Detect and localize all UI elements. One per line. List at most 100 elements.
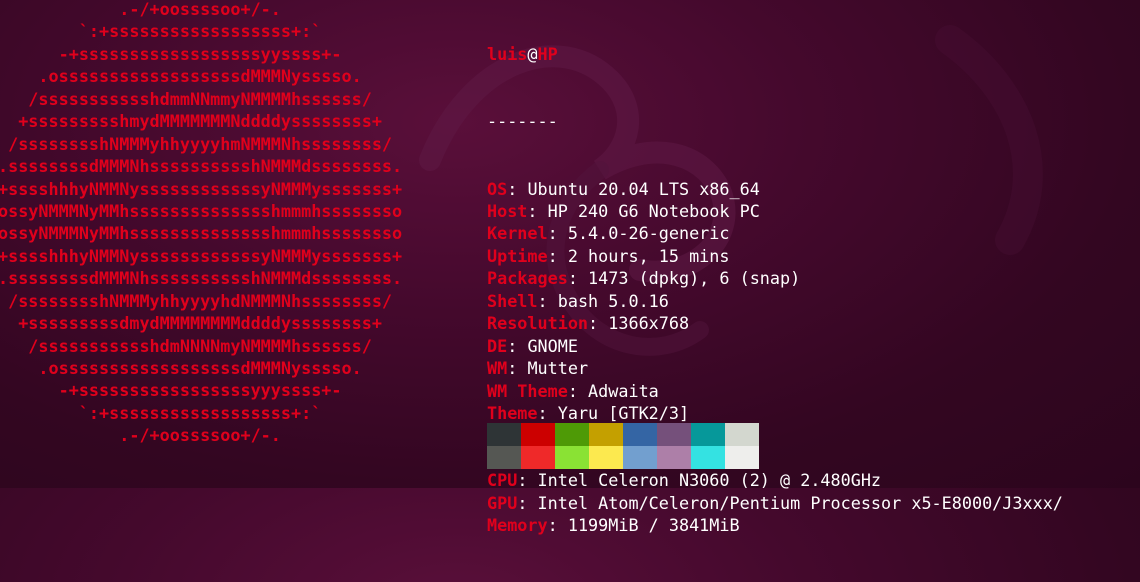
palette-swatch-bright-6 <box>691 446 725 469</box>
palette-swatch-bright-4 <box>623 446 657 469</box>
logo-line: .ssssssssdMMMNhsssssssssshNMMMdssssssss. <box>0 268 403 289</box>
hostname: HP <box>537 43 558 64</box>
logo-line: .ssssssssdMMMNhsssssssssshNMMMdssssssss. <box>0 156 403 177</box>
info-colon: : <box>588 313 609 334</box>
info-row: WM Theme: Adwaita <box>487 380 1063 402</box>
info-key: WM <box>487 358 508 379</box>
logo-line: ossyNMMMNyMMhsssssssssssssshmmmhssssssso <box>0 223 403 244</box>
info-row: Host: HP 240 G6 Notebook PC <box>487 200 1063 222</box>
info-key: WM Theme <box>487 380 568 401</box>
palette-swatch-normal-6 <box>691 423 725 446</box>
terminal-output: .-/+oossssoo+/-. `:+ssssssssssssssssss+:… <box>0 0 1140 535</box>
color-palette <box>487 423 759 469</box>
info-key: Resolution <box>487 313 589 334</box>
info-row: WM: Mutter <box>487 357 1063 379</box>
info-row: GPU: Intel Atom/Celeron/Pentium Processo… <box>487 492 1063 514</box>
info-value: Yaru [GTK2/3] <box>557 402 690 423</box>
palette-swatch-bright-3 <box>589 446 623 469</box>
info-colon: : <box>547 223 568 244</box>
header-separator: ------- <box>487 111 558 132</box>
palette-swatch-normal-4 <box>623 423 657 446</box>
palette-swatch-normal-1 <box>521 423 555 446</box>
palette-swatch-normal-2 <box>555 423 589 446</box>
info-key: OS <box>487 178 508 199</box>
info-value: 1199MiB / 3841MiB <box>567 515 740 536</box>
logo-line: /ssssssssssshdmNNNNmyNMMMMhssssss/ <box>0 335 372 356</box>
info-row: Resolution: 1366x768 <box>487 312 1063 334</box>
info-colon: : <box>507 178 528 199</box>
info-row: Packages: 1473 (dpkg), 6 (snap) <box>487 267 1063 289</box>
info-value: 1366x768 <box>608 313 690 334</box>
info-key: Shell <box>487 290 538 311</box>
info-value: Mutter <box>527 358 589 379</box>
info-row: Memory: 1199MiB / 3841MiB <box>487 514 1063 536</box>
info-row: CPU: Intel Celeron N3060 (2) @ 2.480GHz <box>487 469 1063 491</box>
info-key: Uptime <box>487 245 548 266</box>
user-host-header: luis@HP <box>487 43 1063 65</box>
info-value: HP 240 G6 Notebook PC <box>547 201 760 222</box>
info-value: 2 hours, 15 mins <box>567 245 730 266</box>
info-colon: : <box>547 515 568 536</box>
info-colon: : <box>517 492 538 513</box>
logo-line: +ssssssssshmydMMMMMMMNddddyssssssss+ <box>0 111 382 132</box>
palette-swatch-bright-0 <box>487 446 521 469</box>
info-colon: : <box>547 245 568 266</box>
info-colon: : <box>537 290 558 311</box>
info-colon: : <box>507 358 528 379</box>
info-colon: : <box>507 335 528 356</box>
info-row: Uptime: 2 hours, 15 mins <box>487 245 1063 267</box>
logo-line: ossyNMMMNyMMhsssssssssssssshmmmhssssssso <box>0 200 403 221</box>
info-value: bash 5.0.16 <box>557 290 669 311</box>
logo-line: +sssshhhyNMMNyssssssssssssyNMMMysssssss+ <box>0 245 403 266</box>
palette-swatch-bright-2 <box>555 446 589 469</box>
info-key: CPU <box>487 470 518 491</box>
info-key: GPU <box>487 492 518 513</box>
palette-swatch-bright-1 <box>521 446 555 469</box>
info-value: Intel Atom/Celeron/Pentium Processor x5-… <box>537 492 1063 513</box>
logo-line: /ssssssssssshdmmNNmmyNMMMMhssssss/ <box>0 88 372 109</box>
palette-swatch-normal-7 <box>725 423 759 446</box>
info-list: OS: Ubuntu 20.04 LTS x86_64 Host: HP 240 … <box>487 178 1063 537</box>
logo-line: .ossssssssssssssssssdMMMNysssso. <box>0 66 362 87</box>
logo-line: /sssssssshNMMMyhhyyyyhmNMMMNhssssssss/ <box>0 133 393 154</box>
palette-swatch-normal-3 <box>589 423 623 446</box>
logo-line: `:+ssssssssssssssssss+:` <box>0 402 322 423</box>
info-key: Kernel <box>487 223 548 244</box>
info-value: Intel Celeron N3060 (2) @ 2.480GHz <box>537 470 882 491</box>
info-key: Theme <box>487 402 538 423</box>
info-colon: : <box>567 380 589 401</box>
username: luis <box>487 43 528 64</box>
info-row: Kernel: 5.4.0-26-generic <box>487 222 1063 244</box>
info-row: DE: GNOME <box>487 335 1063 357</box>
info-row: Shell: bash 5.0.16 <box>487 290 1063 312</box>
info-value: GNOME <box>527 335 578 356</box>
info-key: Packages <box>487 268 568 289</box>
info-row: Theme: Yaru [GTK2/3] <box>487 402 1063 424</box>
logo-line: .-/+oossssoo+/-. <box>0 425 281 446</box>
palette-swatch-bright-5 <box>657 446 691 469</box>
info-colon: : <box>567 268 589 289</box>
ubuntu-ascii-logo: .-/+oossssoo+/-. `:+ssssssssssssssssss+:… <box>0 0 402 447</box>
info-row: OS: Ubuntu 20.04 LTS x86_64 <box>487 178 1063 200</box>
logo-line: +sssshhhyNMMNyssssssssssssyNMMMysssssss+ <box>0 178 403 199</box>
palette-swatch-normal-0 <box>487 423 521 446</box>
at-sign: @ <box>527 43 538 64</box>
logo-line: +sssssssssdmydMMMMMMMMddddyssssssss+ <box>0 313 382 334</box>
info-colon: : <box>537 402 558 423</box>
logo-line: /sssssssshNMMMyhhyyyyhdNMMMNhssssssss/ <box>0 290 393 311</box>
logo-line: -+ssssssssssssssssssyyssss+- <box>0 43 342 64</box>
info-value: 5.4.0-26-generic <box>567 223 730 244</box>
palette-swatch-bright-7 <box>725 446 759 469</box>
logo-line: .ossssssssssssssssssdMMMNysssso. <box>0 358 362 378</box>
system-info-panel: luis@HP ------- OS: Ubuntu 20.04 LTS x86… <box>487 0 1063 582</box>
palette-swatch-normal-5 <box>657 423 691 446</box>
info-key: DE <box>487 335 508 356</box>
info-key: Memory <box>487 515 548 536</box>
logo-line: -+sssssssssssssssssyyyssss+- <box>0 380 342 401</box>
info-colon: : <box>517 470 538 491</box>
logo-line: `:+ssssssssssssssssss+:` <box>0 21 322 42</box>
logo-line: .-/+oossssoo+/-. <box>0 0 281 19</box>
info-value: 1473 (dpkg), 6 (snap) <box>588 268 801 289</box>
info-value: Adwaita <box>588 380 659 401</box>
info-value: Ubuntu 20.04 LTS x86_64 <box>527 178 760 199</box>
